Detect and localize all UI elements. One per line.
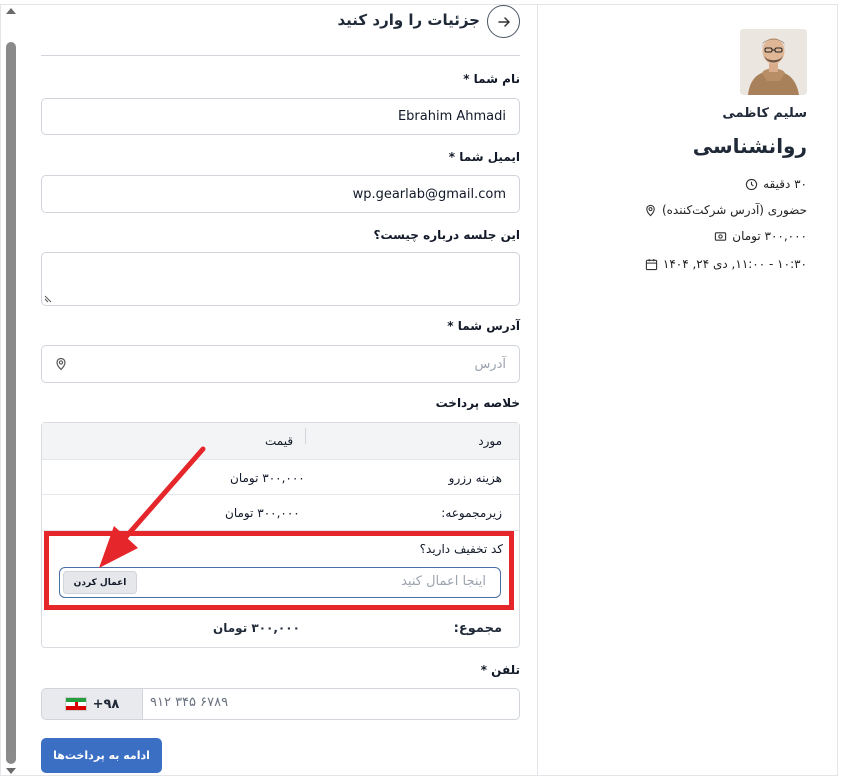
avatar: [740, 29, 807, 95]
datetime-text: ۱۰:۳۰ - ۱۱:۰۰, دی ۲۴, ۱۴۰۴: [662, 257, 807, 271]
clock-icon: [745, 178, 758, 190]
apply-discount-button[interactable]: اعمال کردن: [63, 571, 137, 594]
resize-handle-icon[interactable]: [44, 295, 52, 303]
location-text: حضوری (آدرس شرکت‌کننده): [661, 203, 807, 217]
form-title: جزئیات را وارد کنید: [337, 11, 480, 29]
column-divider: [537, 4, 538, 776]
meta-price: ۳۰۰,۰۰۰ تومان: [714, 229, 807, 243]
meta-location: حضوری (آدرس شرکت‌کننده): [644, 203, 807, 217]
location-pin-icon: [56, 357, 66, 371]
calendar-icon: [645, 258, 658, 270]
address-field[interactable]: آدرس: [41, 345, 520, 383]
row-item: زیرمجموعه:: [441, 506, 502, 520]
scrollbar[interactable]: [4, 8, 18, 774]
service-title: روانشناسی: [692, 134, 807, 158]
column-separator: [305, 428, 306, 444]
scroll-down-icon[interactable]: [6, 768, 16, 774]
row-item: هزینه رزرو: [448, 471, 502, 485]
address-placeholder: آدرس: [474, 356, 506, 372]
money-icon: [715, 231, 727, 241]
continue-to-payment-button[interactable]: ادامه به پرداخت‌ها: [41, 738, 162, 773]
name-value: Ebrahim Ahmadi: [397, 109, 506, 124]
row-price: ۳۰۰,۰۰۰ تومان: [230, 471, 305, 485]
address-label: آدرس شما *: [447, 319, 520, 333]
about-textarea[interactable]: [41, 252, 520, 306]
meta-datetime: ۱۰:۳۰ - ۱۱:۰۰, دی ۲۴, ۱۴۰۴: [645, 257, 807, 271]
about-label: این جلسه درباره چیست؟: [373, 228, 520, 242]
country-code: +۹۸: [92, 696, 120, 712]
iran-flag-icon: [64, 697, 87, 711]
col-item-header: مورد: [478, 434, 502, 448]
email-label: ایمیل شما *: [448, 150, 520, 164]
phone-field[interactable]: +۹۸ ۹۱۲ ۳۴۵ ۶۷۸۹: [41, 688, 520, 720]
meta-duration: ۳۰ دقیقه: [745, 177, 807, 191]
location-pin-icon: [646, 204, 655, 216]
host-name: سلیم کاظمی: [722, 106, 807, 121]
scroll-thumb[interactable]: [6, 42, 16, 764]
phone-placeholder: ۹۱۲ ۳۴۵ ۶۷۸۹: [150, 695, 229, 710]
discount-placeholder: اینجا اعمال کنید: [401, 574, 486, 589]
scroll-up-icon[interactable]: [6, 8, 16, 14]
total-label: مجموع:: [453, 621, 502, 636]
price-text: ۳۰۰,۰۰۰ تومان: [732, 229, 807, 243]
row-price: ۳۰۰,۰۰۰ تومان: [225, 506, 300, 520]
discount-code-input[interactable]: اینجا اعمال کنید اعمال کردن: [59, 567, 501, 598]
col-price-header: قیمت: [265, 434, 294, 448]
duration-text: ۳۰ دقیقه: [763, 177, 807, 191]
country-code-selector[interactable]: +۹۸: [42, 689, 143, 719]
phone-label: تلفن *: [480, 663, 520, 677]
name-label: نام شما *: [463, 72, 520, 86]
total-value: ۳۰۰,۰۰۰ تومان: [213, 621, 300, 635]
header-divider: [41, 55, 520, 56]
email-value: wp.gearlab@gmail.com: [352, 186, 506, 202]
row-divider: [42, 494, 519, 495]
name-field[interactable]: Ebrahim Ahmadi: [41, 98, 520, 135]
back-button[interactable]: [487, 5, 520, 38]
arrow-right-icon: [497, 16, 510, 27]
discount-label: کد تخفیف دارید؟: [419, 542, 503, 556]
summary-label: خلاصه پرداخت: [435, 396, 520, 410]
email-field[interactable]: wp.gearlab@gmail.com: [41, 175, 520, 213]
